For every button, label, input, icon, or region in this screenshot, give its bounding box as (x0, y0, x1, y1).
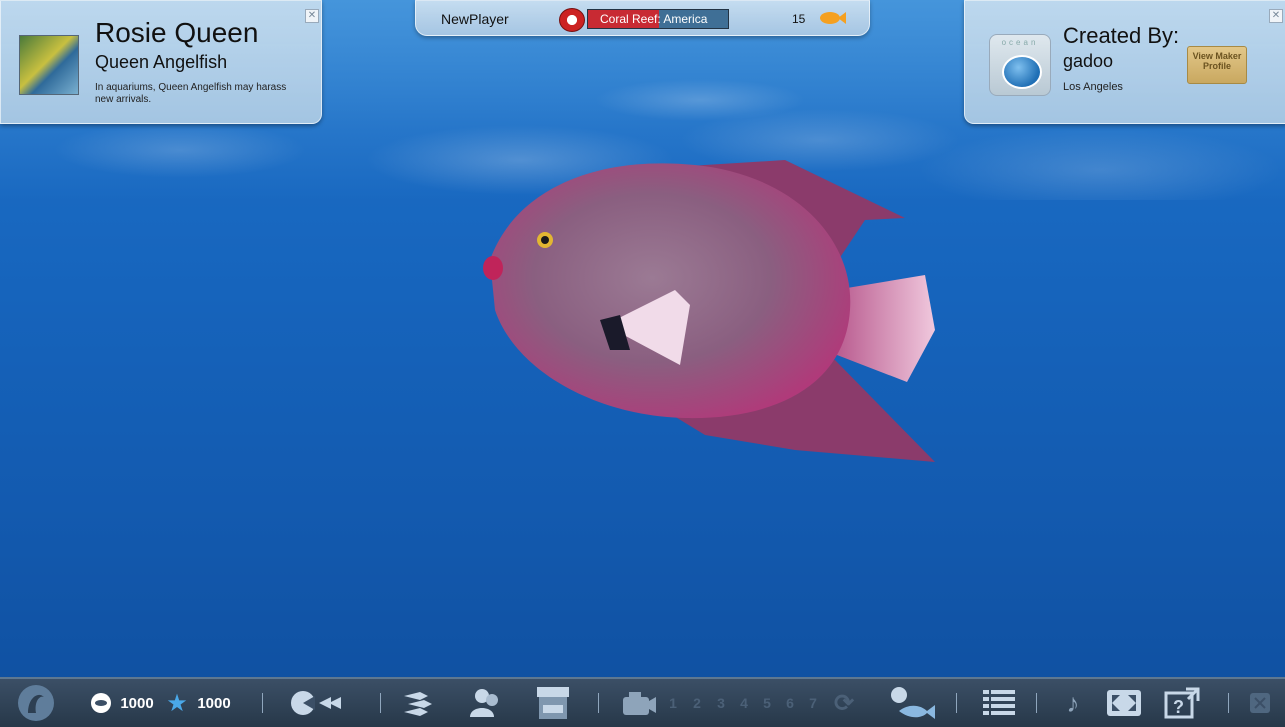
help-popout-icon: ? (1164, 687, 1200, 719)
bottom-toolbar: 1000 ★ 1000 1 2 3 4 5 6 7 ⟳ ♪ ? (0, 677, 1285, 727)
ocean-logo: ocean (989, 34, 1051, 96)
star-icon: ★ (166, 689, 188, 717)
feed-fish-button[interactable] (288, 679, 344, 727)
tank-mates-button[interactable] (884, 679, 938, 727)
fullscreen-button[interactable] (1104, 679, 1144, 727)
camera-slot-5[interactable]: 5 (760, 679, 774, 727)
tank-selector[interactable]: Coral Reef: America (587, 9, 729, 29)
fullscreen-icon (1107, 690, 1141, 716)
svg-text:?: ? (1173, 697, 1184, 717)
divider (956, 693, 957, 713)
divider (1228, 693, 1229, 713)
fish-school-icon (404, 692, 432, 716)
camera-button[interactable] (620, 679, 658, 727)
seahorse-icon (18, 685, 54, 721)
divider (1036, 693, 1037, 713)
camera-slot-2[interactable]: 2 (690, 679, 704, 727)
divider (262, 693, 263, 713)
list-view-button[interactable] (980, 679, 1018, 727)
camera-icon (623, 692, 656, 715)
created-by-label: Created By: (1063, 23, 1180, 48)
camera-slot-7[interactable]: 7 (806, 679, 820, 727)
camera-slot-3[interactable]: 3 (714, 679, 728, 727)
ocean-logo-text: ocean (1001, 38, 1039, 47)
close-icon (1250, 693, 1270, 713)
close-info-panel-button[interactable]: ✕ (305, 9, 319, 23)
coin-icon (88, 679, 114, 727)
divider (598, 693, 599, 713)
flag-icon[interactable] (559, 8, 585, 32)
coin-balance: 1000 (120, 694, 154, 712)
top-status-bar: NewPlayer Coral Reef: America 15 (415, 0, 870, 36)
globe-icon (1002, 55, 1042, 89)
shop-button[interactable] (532, 679, 574, 727)
goldfish-icon (820, 12, 846, 24)
close-maker-panel-button[interactable]: ✕ (1269, 9, 1283, 23)
star-balance: 1000 (197, 694, 231, 712)
maker-location: Los Angeles (1063, 81, 1123, 93)
friends-icon (470, 689, 498, 717)
camera-slot-1[interactable]: 1 (666, 679, 680, 727)
friends-button[interactable] (466, 679, 504, 727)
fish-species: Queen Angelfish (95, 52, 228, 72)
player-name[interactable]: NewPlayer (441, 11, 509, 27)
home-button[interactable] (14, 679, 58, 727)
fish-count: 15 (792, 12, 806, 26)
camera-slot-6[interactable]: 6 (783, 679, 797, 727)
divider (380, 693, 381, 713)
fish-mask-icon (891, 687, 935, 719)
maker-info-panel: ✕ ocean Created By: gadoo Los Angeles Vi… (964, 0, 1285, 124)
school-button[interactable] (398, 679, 436, 727)
camera-slot-4[interactable]: 4 (737, 679, 751, 727)
list-icon (983, 690, 1015, 715)
music-note-icon[interactable]: ♪ (1060, 679, 1086, 727)
fish-fact: In aquariums, Queen Angelfish may harass… (95, 82, 287, 105)
close-game-button[interactable] (1248, 679, 1272, 727)
view-maker-profile-button[interactable]: View Maker Profile (1187, 46, 1247, 84)
maker-name: gadoo (1063, 51, 1114, 71)
cycle-icon[interactable]: ⟳ (830, 679, 858, 727)
tank-name: Coral Reef: America (600, 12, 708, 26)
help-button[interactable]: ? (1162, 679, 1202, 727)
feed-icon (291, 691, 341, 715)
shop-icon (537, 687, 569, 719)
fish-info-panel: ✕ Rosie Queen Queen Angelfish In aquariu… (0, 0, 322, 124)
fish-thumbnail (19, 35, 79, 95)
fish-name: Rosie Queen (95, 17, 259, 48)
queen-angelfish-model[interactable] (475, 150, 945, 470)
